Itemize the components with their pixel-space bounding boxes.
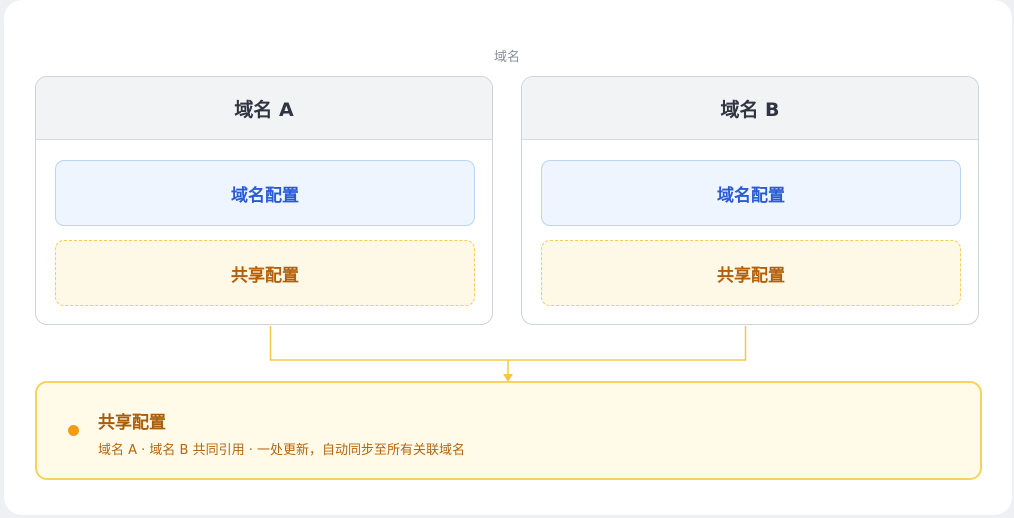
shared-panel-title: 共享配置 [98, 413, 166, 433]
status-dot-icon [68, 425, 79, 436]
shared-config-panel: 共享配置 域名 A · 域名 B 共同引用 · 一处更新，自动同步至所有关联域名 [35, 381, 982, 480]
connector-line [269, 326, 747, 361]
shared-panel-description: 域名 A · 域名 B 共同引用 · 一处更新，自动同步至所有关联域名 [98, 443, 466, 458]
